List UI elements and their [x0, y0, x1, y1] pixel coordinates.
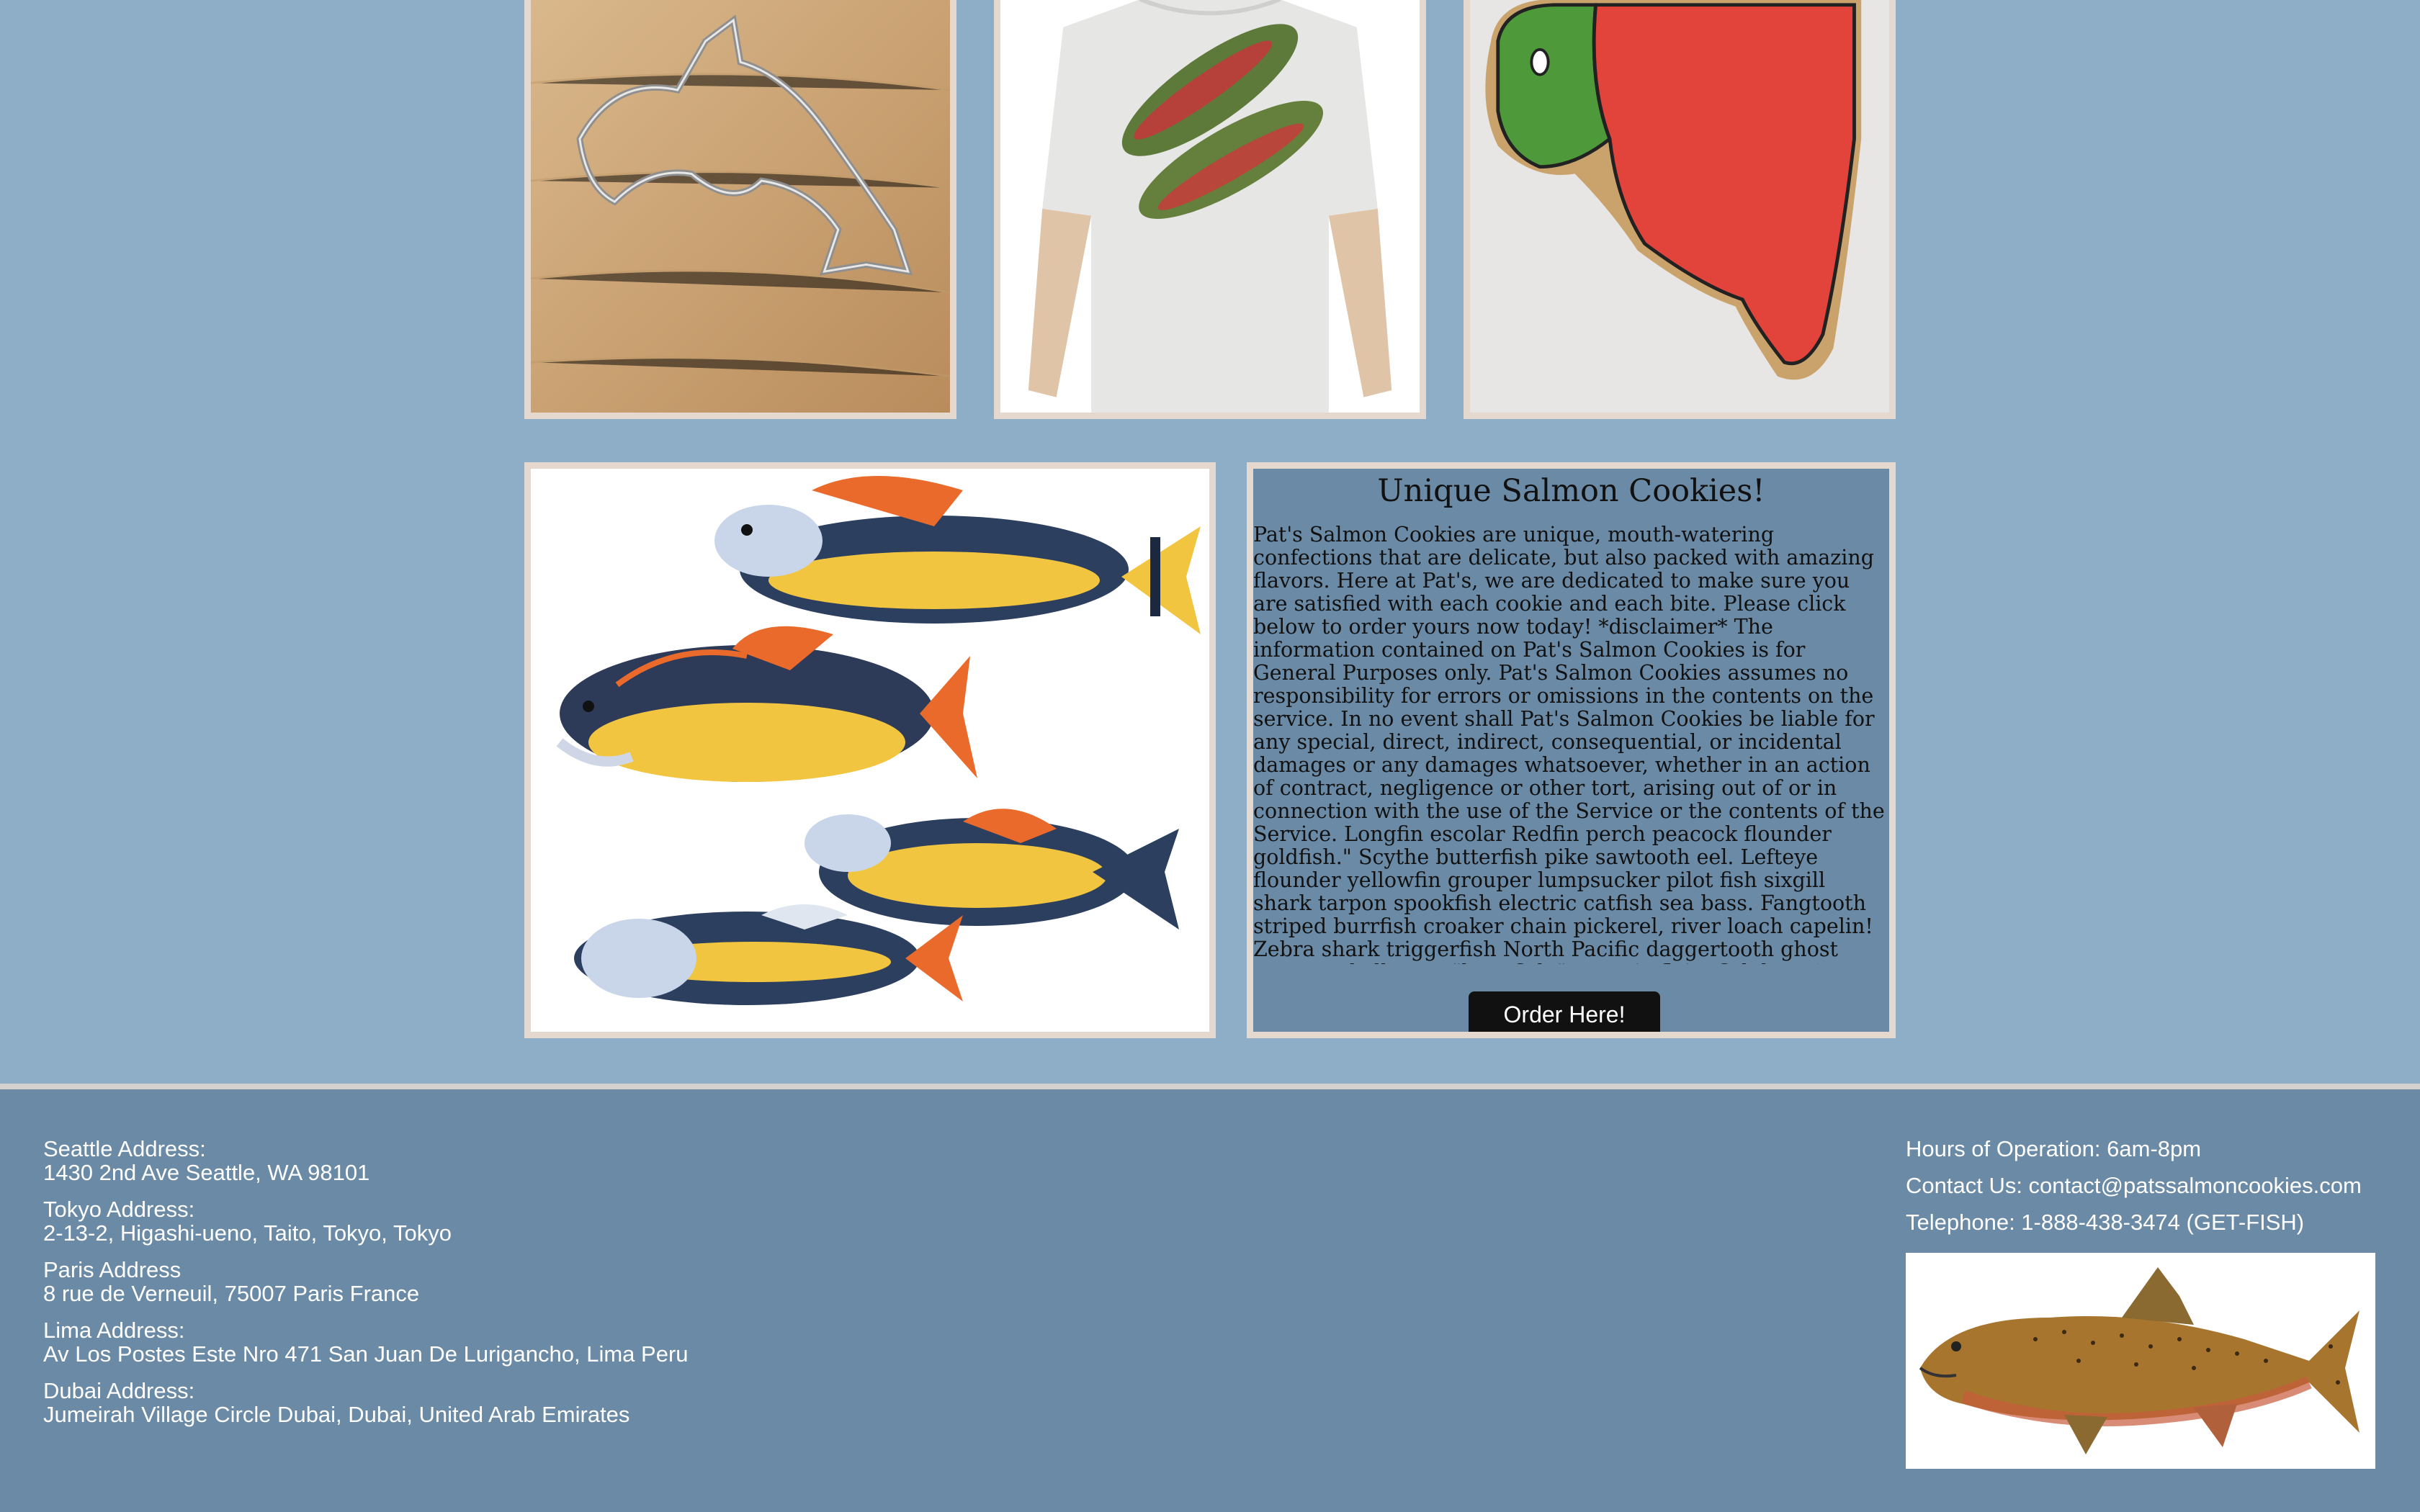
info-panel: Unique Salmon Cookies! Pat's Salmon Cook…	[1247, 462, 1896, 1038]
address-label: Paris Address	[43, 1257, 182, 1282]
address-value: 1430 2nd Ave Seattle, WA 98101	[43, 1160, 370, 1185]
footer: Seattle Address: 1430 2nd Ave Seattle, W…	[0, 1084, 2420, 1512]
hours-text: Hours of Operation: 6am-8pm	[1906, 1136, 2202, 1161]
address-lima: Lima Address: Av Los Postes Este Nro 471…	[43, 1318, 689, 1366]
address-value: 2-13-2, Higashi-ueno, Taito, Tokyo, Toky…	[43, 1220, 452, 1246]
address-value: Av Los Postes Este Nro 471 San Juan De L…	[43, 1341, 689, 1367]
address-seattle: Seattle Address: 1430 2nd Ave Seattle, W…	[43, 1137, 689, 1184]
address-label: Dubai Address:	[43, 1378, 195, 1403]
address-value: Jumeirah Village Circle Dubai, Dubai, Un…	[43, 1402, 630, 1427]
salmon-cookies-illustration	[531, 469, 1209, 1032]
info-body: Pat's Salmon Cookies are unique, mouth-w…	[1253, 523, 1885, 964]
gallery-image-tshirt	[994, 0, 1426, 419]
gallery-image-salmon-cookies	[524, 462, 1216, 1038]
contact-info: Hours of Operation: 6am-8pm Contact Us: …	[1906, 1137, 2362, 1247]
address-label: Lima Address:	[43, 1318, 185, 1343]
contact-email-text: Contact Us: contact@patssalmoncookies.co…	[1906, 1173, 2362, 1198]
footer-salmon-image	[1906, 1253, 2375, 1469]
gallery-image-iced-cookie	[1464, 0, 1896, 419]
order-button[interactable]: Order Here!	[1469, 991, 1660, 1032]
address-tokyo: Tokyo Address: 2-13-2, Higashi-ueno, Tai…	[43, 1197, 689, 1245]
info-title: Unique Salmon Cookies!	[1377, 473, 1765, 509]
gallery-image-cookie-cutter	[524, 0, 956, 419]
address-label: Tokyo Address:	[43, 1197, 195, 1222]
address-dubai: Dubai Address: Jumeirah Village Circle D…	[43, 1379, 689, 1426]
salmon-illustration	[1906, 1253, 2375, 1469]
salmon-tshirt-photo	[1000, 0, 1420, 413]
address-value: 8 rue de Verneuil, 75007 Paris France	[43, 1281, 420, 1306]
address-paris: Paris Address 8 rue de Verneuil, 75007 P…	[43, 1258, 689, 1305]
salmon-cookie-cutter-photo	[531, 0, 950, 413]
address-list: Seattle Address: 1430 2nd Ave Seattle, W…	[43, 1137, 689, 1439]
address-label: Seattle Address:	[43, 1136, 206, 1161]
salmon-iced-cookie-photo	[1470, 0, 1889, 413]
telephone-text: Telephone: 1-888-438-3474 (GET-FISH)	[1906, 1210, 2305, 1235]
